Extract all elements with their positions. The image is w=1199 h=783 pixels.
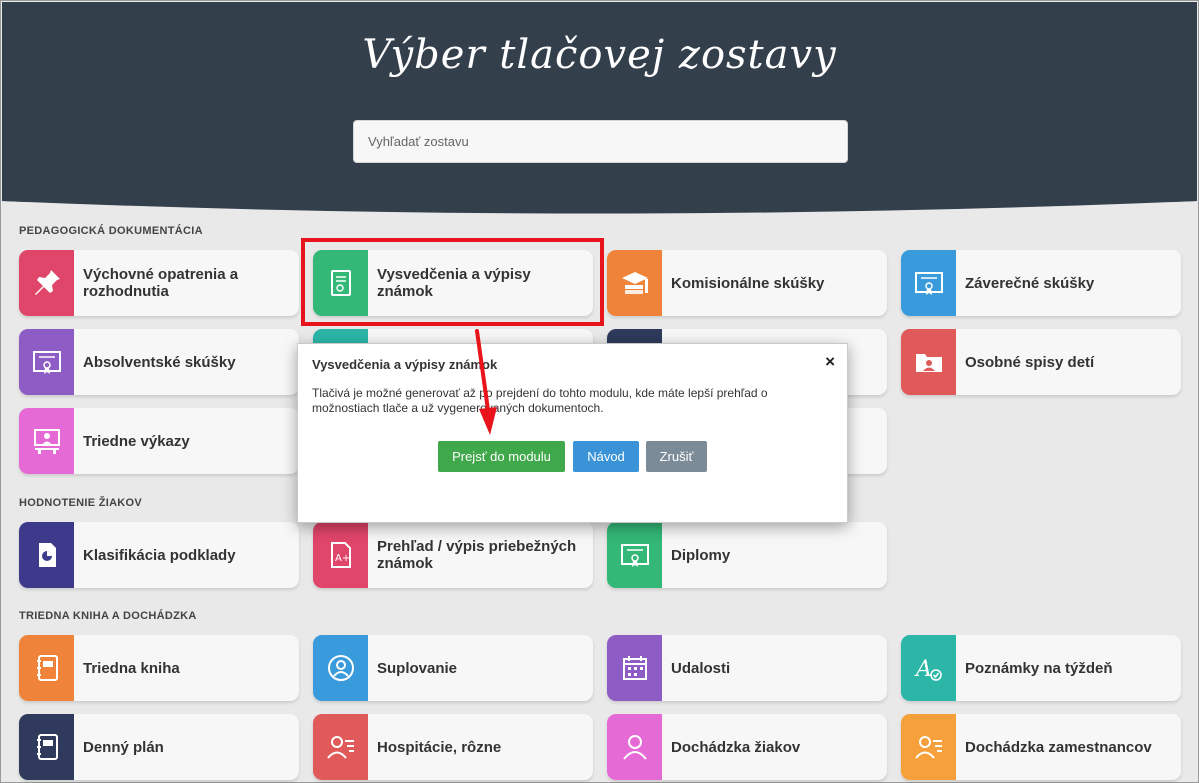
chart-doc-icon <box>19 522 74 588</box>
tile-osobne-spisy[interactable]: Osobné spisy detí <box>901 329 1181 395</box>
close-icon[interactable]: × <box>825 352 835 372</box>
modal-message: Tlačivá je možné generovať až po prejden… <box>312 386 768 415</box>
tile-hospitacie[interactable]: Hospitácie, rôzne <box>313 714 593 780</box>
folder-user-icon <box>901 329 956 395</box>
user-list-icon <box>313 714 368 780</box>
tile-label: Udalosti <box>671 659 731 677</box>
tile-label: Záverečné skúšky <box>965 274 1095 292</box>
tile-label: Suplovanie <box>377 659 458 677</box>
user-list-icon <box>901 714 956 780</box>
diploma-icon <box>19 329 74 395</box>
section-title-triedna: TRIEDNA KNIHA A DOCHÁDZKA <box>19 610 197 622</box>
tile-label: Osobné spisy detí <box>965 353 1095 371</box>
tile-label: Triedna kniha <box>83 659 180 677</box>
tile-diplomy[interactable]: Diplomy <box>607 522 887 588</box>
tile-klasifikacia-podklady[interactable]: Klasifikácia podklady <box>19 522 299 588</box>
tile-vychovne-opatrenia[interactable]: Výchovné opatrenia a rozhodnutia <box>19 250 299 316</box>
go-to-module-button[interactable]: Prejsť do modulu <box>438 441 565 472</box>
page-title: Výber tlačovej zostavy <box>362 32 837 78</box>
letter-check-icon: A <box>901 635 956 701</box>
user-circle-icon <box>313 635 368 701</box>
tile-udalosti[interactable]: Udalosti <box>607 635 887 701</box>
grade-doc-icon: A+ <box>313 522 368 588</box>
tile-prehlad-vypis[interactable]: A+ Prehľad / výpis priebežných známok <box>313 522 593 588</box>
calendar-icon <box>607 635 662 701</box>
tile-vysvedcenia[interactable]: Vysvedčenia a výpisy známok <box>313 250 593 316</box>
tile-label: Vysvedčenia a výpisy známok <box>377 266 531 300</box>
pin-icon <box>19 250 74 316</box>
notebook-icon <box>19 714 74 780</box>
graduation-icon <box>607 250 662 316</box>
tile-label: Klasifikácia podklady <box>83 546 236 564</box>
modal-dialog: Vysvedčenia a výpisy známok × Tlačivá je… <box>297 343 848 523</box>
header-curve <box>2 191 1197 221</box>
classroom-icon <box>19 408 74 474</box>
tile-label: Absolventské skúšky <box>83 353 236 371</box>
tile-absolventske-skusky[interactable]: Absolventské skúšky <box>19 329 299 395</box>
search-input[interactable] <box>353 120 848 163</box>
tile-dochadzka-ziakov[interactable]: Dochádzka žiakov <box>607 714 887 780</box>
section-title-pedagogicka: PEDAGOGICKÁ DOKUMENTÁCIA <box>19 225 203 237</box>
tile-label: Komisionálne skúšky <box>671 274 825 292</box>
help-button[interactable]: Návod <box>573 441 639 472</box>
svg-text:A: A <box>914 657 932 682</box>
tile-label: Poznámky na týždeň <box>965 659 1113 677</box>
tile-label: Triedne výkazy <box>83 432 190 450</box>
tile-label: Dochádzka žiakov <box>671 738 801 756</box>
tile-komisionalne-skusky[interactable]: Komisionálne skúšky <box>607 250 887 316</box>
tile-triedna-kniha[interactable]: Triedna kniha <box>19 635 299 701</box>
tile-dochadzka-zamestnancov[interactable]: Dochádzka zamestnancov <box>901 714 1181 780</box>
page-header: Výber tlačovej zostavy <box>2 2 1197 202</box>
notebook-icon <box>19 635 74 701</box>
tile-label: Diplomy <box>671 546 731 564</box>
user-icon <box>607 714 662 780</box>
modal-title: Vysvedčenia a výpisy známok <box>312 357 498 372</box>
section-title-hodnotenie: HODNOTENIE ŽIAKOV <box>19 497 143 509</box>
tile-label: Výchovné opatrenia a rozhodnutia <box>83 266 239 300</box>
tile-label: Prehľad / výpis priebežných známok <box>377 538 577 572</box>
certificate-icon <box>313 250 368 316</box>
tile-label: Dochádzka zamestnancov <box>965 738 1152 756</box>
tile-poznamky-na-tyzden[interactable]: A Poznámky na týždeň <box>901 635 1181 701</box>
tile-zaverecne-skusky[interactable]: Záverečné skúšky <box>901 250 1181 316</box>
tile-suplovanie[interactable]: Suplovanie <box>313 635 593 701</box>
tile-label: Denný plán <box>83 738 164 756</box>
cancel-button[interactable]: Zrušiť <box>646 441 707 472</box>
diploma-icon <box>901 250 956 316</box>
tile-label: Hospitácie, rôzne <box>377 738 502 756</box>
tile-triedne-vykazy[interactable]: Triedne výkazy <box>19 408 299 474</box>
diploma-icon <box>607 522 662 588</box>
tile-denny-plan[interactable]: Denný plán <box>19 714 299 780</box>
svg-text:A+: A+ <box>335 553 350 564</box>
